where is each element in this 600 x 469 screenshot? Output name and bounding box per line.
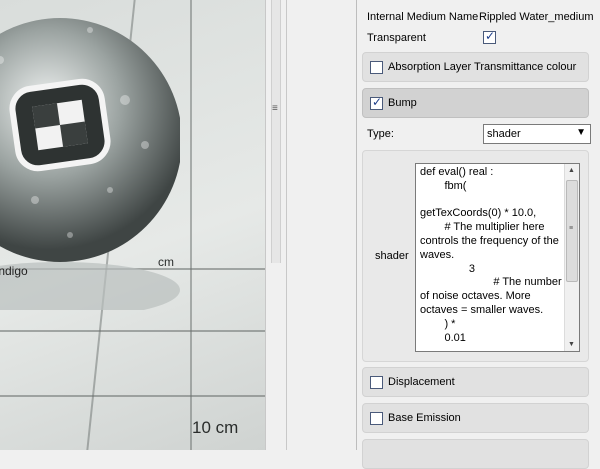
base-emission-checkbox[interactable] — [370, 412, 383, 425]
section-displacement[interactable]: Displacement — [362, 367, 589, 397]
floor-grid-line — [0, 395, 265, 397]
tree-panel — [287, 0, 357, 450]
section-label: Absorption Layer Transmittance colour — [388, 61, 577, 73]
type-dropdown[interactable]: shader ▼ — [483, 124, 591, 144]
render-viewport[interactable]: cm 10 cm Indigo — [0, 0, 265, 450]
floor-grid-line — [0, 330, 265, 332]
scroll-up-icon[interactable]: ▲ — [568, 167, 575, 174]
shader-label: shader — [375, 250, 409, 262]
splitter-track — [271, 0, 281, 263]
absorption-layer-checkbox[interactable] — [370, 61, 383, 74]
chevron-down-icon[interactable]: ▼ — [576, 127, 586, 138]
type-dropdown-value: shader — [487, 128, 521, 140]
code-scrollbar[interactable]: ▲ ≡ ▼ — [564, 164, 579, 351]
internal-medium-label: Internal Medium Name — [367, 11, 479, 23]
section-bump[interactable]: Bump — [362, 88, 589, 118]
section-label: Displacement — [388, 376, 455, 388]
section-next[interactable] — [362, 439, 589, 469]
indigo-logo: Indigo — [0, 264, 28, 278]
bump-checkbox[interactable] — [370, 95, 383, 110]
scroll-down-icon[interactable]: ▼ — [568, 341, 575, 348]
section-label: Bump — [388, 97, 417, 109]
type-label: Type: — [367, 128, 394, 140]
section-label: Base Emission — [388, 412, 461, 424]
shader-code-editor[interactable]: def eval() real : fbm( getTexCoords(0) *… — [415, 163, 580, 352]
splitter-grip-icon[interactable]: ≡ — [272, 103, 278, 114]
panel-splitter[interactable]: ≡ — [265, 0, 287, 450]
glass-sphere-render: Indigo — [0, 18, 180, 310]
ruler-label-10cm: 10 cm — [192, 418, 239, 437]
scrollbar-thumb[interactable]: ≡ — [566, 180, 578, 282]
floor-grid-line — [190, 0, 192, 450]
section-base-emission[interactable]: Base Emission — [362, 403, 589, 433]
transparent-checkbox[interactable] — [483, 29, 496, 44]
section-absorption-layer[interactable]: Absorption Layer Transmittance colour — [362, 52, 589, 82]
scrollbar-grip-icon: ≡ — [569, 225, 574, 232]
transparent-label: Transparent — [367, 32, 426, 44]
material-properties-panel: Internal Medium Name Rippled Water_mediu… — [357, 0, 600, 469]
internal-medium-value[interactable]: Rippled Water_medium — [479, 11, 594, 23]
shader-code-text[interactable]: def eval() real : fbm( getTexCoords(0) *… — [420, 166, 563, 345]
displacement-checkbox[interactable] — [370, 376, 383, 389]
